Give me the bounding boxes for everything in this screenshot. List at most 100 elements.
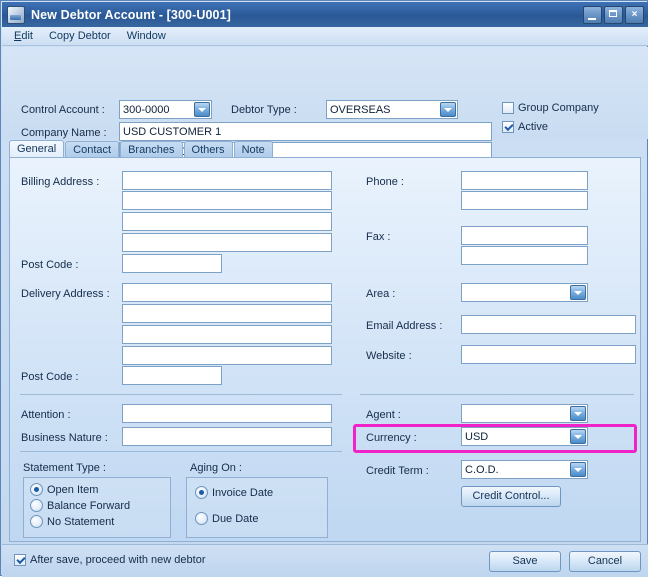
delivery-address-input-4[interactable] [122,346,332,365]
menu-item-copy-debtor[interactable]: Copy Debtor [42,29,118,43]
radio-due-date-label: Due Date [212,512,259,525]
agent-combo[interactable] [461,404,588,423]
close-button[interactable]: × [625,6,644,24]
currency-value: USD [465,431,489,443]
window-document-icon [7,5,25,24]
group-company-label: Group Company [518,102,599,114]
header-form: Control Account : 300-0000 Debtor Type :… [2,47,648,183]
tab-others[interactable]: Others [183,141,233,158]
radio-dot [195,486,208,499]
menu-item-window[interactable]: Window [120,29,173,43]
phone-input-2[interactable] [461,191,588,210]
delivery-address-input-3[interactable] [122,325,332,344]
tabstrip: General Contact Branches Others Note [9,140,274,158]
radio-invoice-date-label: Invoice Date [212,486,274,499]
menu-item-edit[interactable]: Edit [7,29,40,43]
aging-on-groupbox: Invoice Date Due Date [186,477,328,538]
billing-address-input-3[interactable] [122,212,332,231]
radio-open-item[interactable]: Open Item [30,483,98,496]
fax-label: Fax : [366,231,391,243]
email-address-label: Email Address : [366,320,443,332]
window-title: New Debtor Account - [300-U001] [31,7,231,22]
credit-control-button[interactable]: Credit Control... [461,486,561,507]
area-label: Area : [366,288,396,300]
radio-dot [30,483,43,496]
active-label: Active [518,121,548,133]
billing-address-label: Billing Address : [21,176,100,188]
chevron-down-icon[interactable] [440,102,456,117]
delivery-address-input-2[interactable] [122,304,332,323]
fax-input-1[interactable] [461,226,588,245]
chevron-down-icon[interactable] [570,462,586,477]
window-titlebar: New Debtor Account - [300-U001] × [2,2,648,27]
menu-edit-rest: dit [21,30,33,42]
chevron-down-icon[interactable] [570,429,586,444]
debtor-type-value: OVERSEAS [330,104,391,116]
tab-note[interactable]: Note [233,141,273,158]
active-checkbox[interactable]: Active [502,121,548,133]
group-company-checkbox[interactable]: Group Company [502,102,599,114]
attention-input[interactable] [122,404,332,423]
radio-open-item-label: Open Item [47,483,99,496]
control-account-label: Control Account : [21,104,105,116]
billing-address-input-4[interactable] [122,233,332,252]
credit-term-value: C.O.D. [465,464,499,476]
statement-type-groupbox: Open Item Balance Forward No Statement [23,477,171,538]
radio-dot [30,515,43,528]
billing-address-input-2[interactable] [122,191,332,210]
radio-invoice-date[interactable]: Invoice Date [195,486,273,499]
maximize-button[interactable] [604,6,623,24]
control-account-value: 300-0000 [123,104,170,116]
window-controls: × [583,6,644,24]
email-address-input[interactable] [461,315,636,334]
debtor-type-label: Debtor Type : [231,104,297,116]
company-name-label: Company Name : [21,127,107,139]
billing-post-code-input[interactable] [122,254,222,273]
radio-balance-forward[interactable]: Balance Forward [30,499,130,512]
billing-post-code-label: Post Code : [21,259,79,271]
close-icon: × [631,9,638,20]
radio-no-statement[interactable]: No Statement [30,515,114,528]
cancel-button[interactable]: Cancel [569,551,641,572]
tab-general[interactable]: General [9,140,65,158]
chevron-down-icon[interactable] [570,406,586,421]
proceed-with-new-debtor-label: After save, proceed with new debtor [30,554,206,566]
agent-label: Agent : [366,409,401,421]
tab-contact[interactable]: Contact [65,141,120,158]
chevron-down-icon[interactable] [194,102,210,117]
footer-bar: After save, proceed with new debtor Save… [2,544,648,577]
radio-dot [195,512,208,525]
credit-term-combo[interactable]: C.O.D. [461,460,588,479]
area-combo[interactable] [461,283,588,302]
delivery-address-input-1[interactable] [122,283,332,302]
delivery-address-label: Delivery Address : [21,288,110,300]
general-tab-panel: Billing Address : Post Code : Delivery A… [9,157,641,542]
fax-input-2[interactable] [461,246,588,265]
currency-combo[interactable]: USD [461,427,588,446]
delivery-post-code-label: Post Code : [21,371,79,383]
delivery-post-code-input[interactable] [122,366,222,385]
radio-no-statement-label: No Statement [47,515,115,528]
aging-on-label: Aging On : [190,462,242,474]
radio-due-date[interactable]: Due Date [195,512,258,525]
tab-branches[interactable]: Branches [120,141,183,158]
checkbox-box [14,554,26,566]
chevron-down-icon[interactable] [570,285,586,300]
billing-address-input-1[interactable] [122,171,332,190]
company-name-input-1[interactable] [119,122,492,141]
business-nature-label: Business Nature : [21,432,108,444]
divider-right-upper [360,394,634,395]
debtor-type-combo[interactable]: OVERSEAS [326,100,458,119]
currency-label: Currency : [366,432,417,444]
business-nature-input[interactable] [122,427,332,446]
save-button[interactable]: Save [489,551,561,572]
radio-balance-forward-label: Balance Forward [47,499,131,512]
menubar: Edit Copy Debtor Window [2,27,648,46]
website-input[interactable] [461,345,636,364]
control-account-combo[interactable]: 300-0000 [119,100,212,119]
proceed-with-new-debtor-checkbox[interactable]: After save, proceed with new debtor [14,554,205,566]
phone-label: Phone : [366,176,404,188]
credit-term-label: Credit Term : [366,465,429,477]
minimize-button[interactable] [583,6,602,24]
phone-input-1[interactable] [461,171,588,190]
